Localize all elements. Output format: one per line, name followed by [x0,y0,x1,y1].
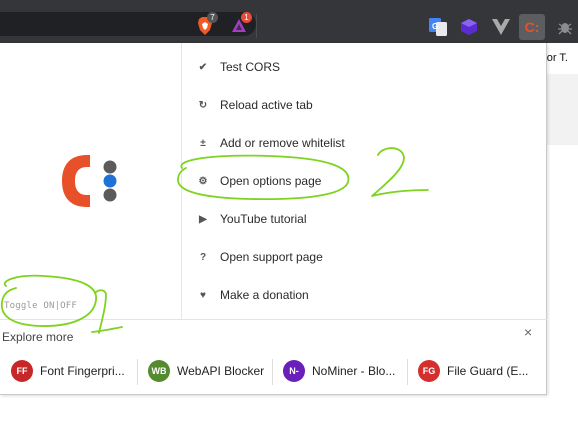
vue-devtools-button[interactable] [488,14,514,40]
brave-rewards-button[interactable]: 1 [228,12,252,37]
check-icon: ✔ [198,61,208,73]
menu-item-reload-tab[interactable]: ↻ Reload active tab [196,93,313,117]
cors-logo-icon [62,155,117,207]
svg-text:G: G [432,22,438,31]
cors-extension-popup: Toggle ON|OFF ✔ Test CORS ↻ Reload activ… [0,43,547,395]
rewards-badge: 1 [241,12,252,23]
menu-item-label: Add or remove whitelist [220,136,345,150]
explore-item-webapi-blocker[interactable]: WB WebAPI Blocker [148,356,264,386]
toolbar-divider [256,14,257,38]
explore-item-name: WebAPI Blocker [177,364,265,378]
webapi-blocker-icon: WB [148,360,170,382]
explore-separator [137,359,138,385]
menu-item-label: Make a donation [220,288,309,302]
nominer-icon: N- [283,360,305,382]
menu-item-label: Open support page [220,250,323,264]
menu-item-support-page[interactable]: ? Open support page [196,245,323,269]
menu-item-test-cors[interactable]: ✔ Test CORS [196,55,280,79]
font-fingerprint-icon: FF [11,360,33,382]
explore-divider [0,319,547,320]
menu-item-whitelist[interactable]: ± Add or remove whitelist [196,131,345,155]
menu-item-donation[interactable]: ♥ Make a donation [196,283,309,307]
translate-extension-button[interactable]: G [425,14,451,40]
menu-item-label: YouTube tutorial [220,212,307,226]
heart-icon: ♥ [200,289,206,301]
file-guard-icon: FG [418,360,440,382]
brave-shields-button[interactable]: 7 [194,12,218,37]
bug-extension-button[interactable] [552,14,578,40]
explore-item-nominer[interactable]: N- NoMiner - Blo... [283,356,395,386]
explore-item-name: File Guard (E... [447,364,529,378]
menu-item-label: Test CORS [220,60,281,74]
browser-toolbar: 7 1 G C: [0,0,578,43]
purple-extension-button[interactable] [456,14,482,40]
explore-separator [272,359,273,385]
question-icon: ? [199,251,207,263]
google-translate-icon: G [429,18,447,36]
popup-menu: ✔ Test CORS ↻ Reload active tab ± Add or… [181,43,547,319]
explore-separator [407,359,408,385]
brave-shields-badge: 7 [207,12,218,23]
explore-item-file-guard[interactable]: FG File Guard (E... [418,356,528,386]
v-logo-icon [492,19,510,35]
close-icon[interactable]: × [524,324,532,340]
cors-extension-button[interactable]: C: [519,14,545,40]
reload-icon: ↻ [198,99,208,111]
menu-item-label: Reload active tab [220,98,313,112]
menu-item-label: Open options page [220,174,322,188]
explore-item-font-fingerprint[interactable]: FF Font Fingerpri... [11,356,125,386]
menu-item-options-page[interactable]: ⚙ Open options page [196,169,322,193]
explore-item-name: NoMiner - Blo... [312,364,396,378]
screenshot: 7 1 G C: r or T. Toggle ON|OFF ✔ Test CO… [0,0,578,431]
explore-item-name: Font Fingerpri... [40,364,125,378]
page-grey-panel [546,74,578,145]
menu-item-youtube-tutorial[interactable]: ▶ YouTube tutorial [196,207,307,231]
gear-icon: ⚙ [198,175,208,187]
explore-more-heading: Explore more [2,330,74,344]
toggle-on-off-switch[interactable]: Toggle ON|OFF [4,301,77,311]
purple-cube-icon [461,19,477,35]
plus-minus-icon: ± [200,137,206,149]
cors-c-icon: C: [524,19,540,35]
bug-icon [558,23,572,35]
play-icon: ▶ [199,213,207,225]
